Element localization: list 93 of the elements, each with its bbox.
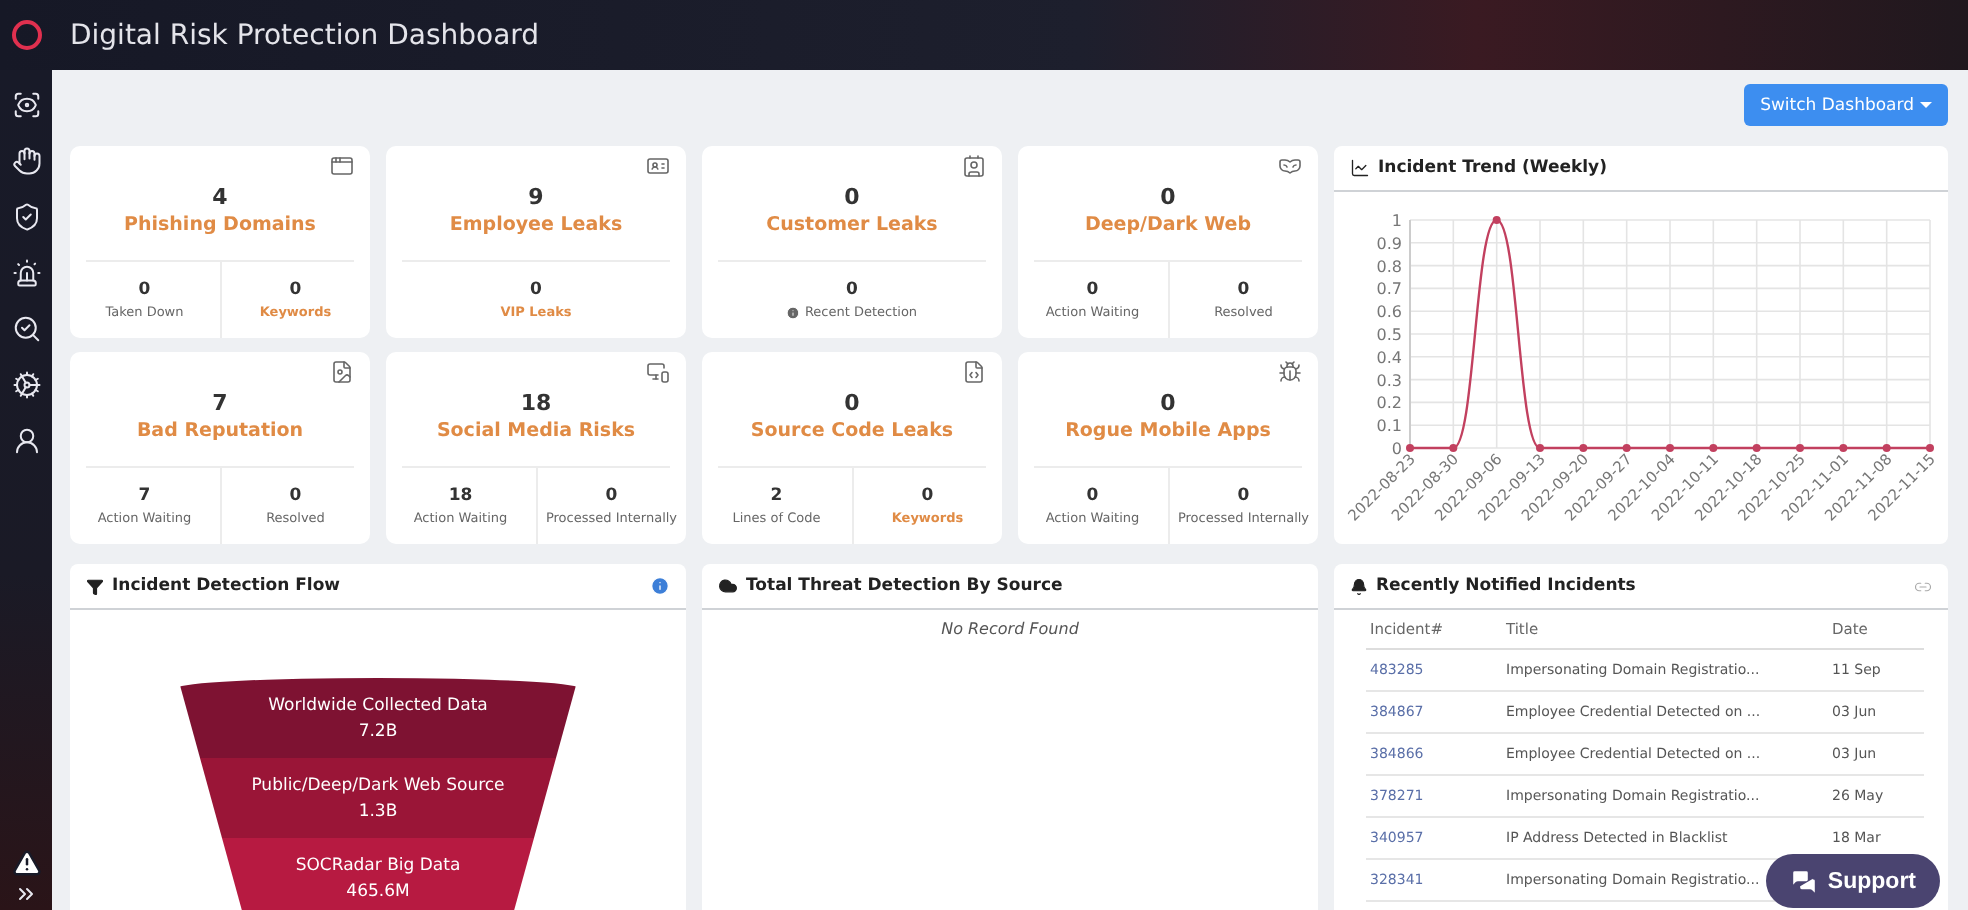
axis-tick-label: 0.3 (1376, 371, 1402, 390)
user-icon[interactable] (11, 426, 41, 456)
segment-label: Public/Deep/Dark Web Source (251, 775, 505, 795)
data-point (1406, 444, 1414, 452)
stat-value: 0 (846, 280, 858, 300)
segment-value: 7.2B (358, 721, 398, 741)
empty-message: No Record Found (939, 620, 1081, 638)
document-icon (330, 360, 354, 384)
stat-value: 0 (921, 486, 934, 506)
data-point (1666, 444, 1674, 452)
axis-tick-label: 0.1 (1376, 417, 1402, 436)
data-point (1926, 444, 1934, 452)
line-chart-icon (1350, 158, 1370, 178)
page-title: Digital Risk Protection Dashboard (70, 19, 540, 51)
browser-window-icon (330, 154, 354, 178)
stat-value: 0 (1237, 486, 1250, 506)
card-title[interactable]: Employee Leaks (449, 214, 623, 236)
code-file-icon (962, 360, 986, 384)
axis-tick-label: 1 (1391, 212, 1402, 230)
card-title[interactable]: Phishing Domains (124, 214, 316, 236)
panel-title: Incident Trend (Weekly) (1378, 158, 1607, 178)
stat-value: 2 (770, 486, 783, 506)
axis-tick-label: 0.8 (1376, 257, 1402, 276)
warning-icon[interactable] (11, 848, 41, 878)
bell-icon (1350, 577, 1368, 595)
chat-icon (1789, 867, 1818, 895)
card-title[interactable]: Deep/Dark Web (1084, 214, 1252, 236)
axis-tick-label: 0.4 (1376, 348, 1402, 367)
axis-tick-label: 0.2 (1376, 394, 1402, 413)
card-title[interactable]: Rogue Mobile Apps (1065, 420, 1271, 442)
switch-dashboard-button[interactable]: Switch Dashboard (1744, 84, 1948, 126)
stat-value: 0 (605, 486, 618, 506)
panel-title: Recently Notified Incidents (1376, 576, 1636, 596)
stat-value: 0 (138, 280, 151, 300)
logo-icon (12, 20, 42, 50)
search-check-icon[interactable] (11, 314, 41, 344)
data-point (1752, 444, 1761, 452)
axis-tick-label: 0.7 (1376, 280, 1402, 299)
data-point (1622, 444, 1631, 452)
segment-label: SOCRadar Big Data (295, 855, 461, 875)
hand-icon[interactable] (11, 146, 41, 176)
shield-icon[interactable] (11, 202, 41, 232)
data-point (1449, 444, 1458, 452)
data-point (1839, 444, 1848, 452)
card-count: 0 (1160, 184, 1176, 210)
stat-value: 7 (138, 486, 151, 506)
axis-tick-label: 0.9 (1376, 234, 1402, 253)
id-card-icon (646, 154, 670, 178)
stat-value: 18 (448, 486, 473, 506)
bug-icon (1278, 360, 1302, 384)
data-point (1796, 444, 1804, 452)
cloud-icon (718, 576, 738, 596)
panel-title: Incident Detection Flow (112, 576, 341, 596)
stat-value: 0 (289, 280, 302, 300)
data-point (1709, 444, 1718, 452)
mask-icon (1278, 154, 1302, 178)
support-button[interactable]: Support (1765, 854, 1940, 908)
info-icon[interactable] (650, 576, 670, 596)
card-count: 18 (520, 390, 552, 416)
axis-tick-label: 0 (1391, 440, 1402, 458)
card-title[interactable]: Social Media Risks (436, 420, 636, 442)
stat-value: 0 (289, 486, 302, 506)
stat-value: 0 (530, 280, 542, 300)
card-count: 9 (528, 184, 544, 210)
siren-icon[interactable] (11, 258, 41, 288)
card-count: 0 (844, 184, 860, 210)
data-point (1579, 444, 1588, 452)
data-point (1492, 216, 1501, 224)
panel-title: Total Threat Detection By Source (746, 576, 1063, 596)
data-point (1536, 444, 1544, 452)
card-title[interactable]: Bad Reputation (136, 420, 304, 442)
card-count: 0 (844, 390, 860, 416)
segment-value: 1.3B (358, 801, 398, 821)
devices-icon (646, 360, 670, 384)
stat-value: 0 (1237, 280, 1250, 300)
segment-value: 465.6M (346, 881, 410, 901)
expand-icon[interactable] (14, 882, 38, 906)
filter-icon (86, 577, 104, 595)
info-icon (786, 305, 801, 319)
axis-tick-label: 0.6 (1376, 303, 1402, 322)
card-title[interactable]: Customer Leaks (766, 214, 938, 236)
contact-card-icon (962, 154, 986, 178)
card-title[interactable]: Source Code Leaks (750, 420, 954, 442)
card-count: 4 (212, 184, 228, 210)
segment-label: Worldwide Collected Data (268, 695, 488, 715)
card-count: 0 (1160, 390, 1176, 416)
stat-value: 0 (1086, 280, 1099, 300)
settings-icon[interactable] (11, 370, 41, 400)
data-point (1882, 444, 1891, 452)
scan-eye-icon[interactable] (11, 90, 41, 120)
axis-tick-label: 0.5 (1376, 326, 1402, 344)
card-count: 7 (212, 390, 228, 416)
stat-value: 0 (1086, 486, 1099, 506)
